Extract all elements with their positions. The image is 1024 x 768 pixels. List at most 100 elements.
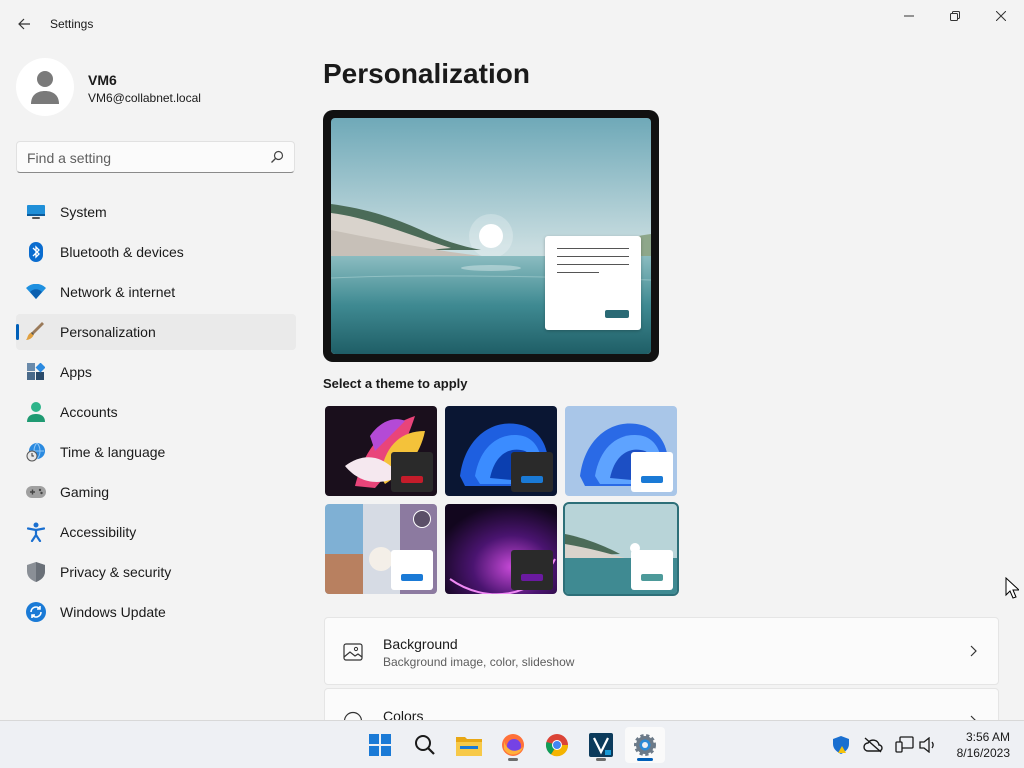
running-indicator [596, 758, 606, 761]
accounts-icon [26, 402, 46, 422]
taskbar-chrome[interactable] [537, 727, 577, 763]
minimize-button[interactable] [886, 0, 932, 32]
sidebar-item-windows-update[interactable]: Windows Update [16, 594, 296, 630]
theme-mini-window [391, 452, 433, 492]
back-arrow-icon [18, 18, 30, 30]
back-button[interactable] [12, 10, 36, 38]
taskbar-vmware[interactable] [581, 727, 621, 763]
sidebar-nav: System Bluetooth & devices Network & int… [16, 194, 296, 634]
sidebar-item-gaming[interactable]: Gaming [16, 474, 296, 510]
theme-captured-motion[interactable] [445, 504, 557, 594]
restore-button[interactable] [932, 0, 978, 32]
preview-window-button [605, 310, 629, 318]
globe-clock-icon [26, 442, 46, 462]
network-icon [895, 736, 914, 753]
theme-flow[interactable] [563, 502, 679, 596]
card-subtitle: Background image, color, slideshow [383, 655, 575, 669]
sidebar-item-privacy-security[interactable]: Privacy & security [16, 554, 296, 590]
taskbar-firefox[interactable] [493, 727, 533, 763]
sidebar-item-system[interactable]: System [16, 194, 296, 230]
theme-windows-dark[interactable] [445, 406, 557, 496]
minimize-icon [904, 15, 914, 17]
accessibility-icon [26, 522, 46, 542]
cloud-offline-icon [863, 737, 883, 753]
avatar [16, 58, 74, 116]
apps-icon [26, 362, 46, 382]
theme-mini-window [391, 550, 433, 590]
taskbar-search-button[interactable] [405, 727, 445, 763]
sidebar-item-label: System [60, 204, 107, 220]
sidebar-item-label: Apps [60, 364, 92, 380]
theme-grid [325, 406, 681, 598]
sidebar-item-label: Accounts [60, 404, 118, 420]
brush-icon [26, 322, 46, 342]
vmware-icon [589, 733, 613, 757]
close-icon [996, 11, 1006, 21]
chevron-right-icon [970, 645, 977, 657]
taskbar: 3:56 AM 8/16/2023 [0, 720, 1024, 768]
sidebar-item-label: Privacy & security [60, 564, 172, 580]
theme-glow[interactable] [325, 406, 437, 496]
theme-windows-light[interactable] [565, 406, 677, 496]
sidebar-item-label: Bluetooth & devices [60, 244, 184, 260]
theme-preview [323, 110, 659, 362]
sidebar-item-time-language[interactable]: Time & language [16, 434, 296, 470]
search-input[interactable] [27, 149, 267, 167]
taskbar-settings[interactable] [625, 727, 665, 763]
running-indicator [637, 758, 653, 761]
spotlight-icon [413, 510, 431, 528]
theme-mini-window [631, 550, 673, 590]
search-icon [271, 150, 284, 163]
search-box[interactable] [16, 141, 295, 173]
title-bar: Settings [0, 0, 1024, 48]
start-button[interactable] [360, 727, 400, 763]
sidebar-item-personalization[interactable]: Personalization [16, 314, 296, 350]
sidebar-item-accounts[interactable]: Accounts [16, 394, 296, 430]
sidebar-item-label: Network & internet [60, 284, 176, 300]
image-icon [343, 643, 363, 661]
theme-mini-window [511, 452, 553, 492]
theme-mini-window [511, 550, 553, 590]
preview-wallpaper [331, 118, 651, 354]
chrome-icon [545, 734, 569, 757]
volume-tray[interactable] [918, 735, 938, 755]
theme-spotlight[interactable] [325, 504, 437, 594]
page-title: Personalization [323, 58, 530, 89]
sidebar-item-label: Windows Update [60, 604, 166, 620]
app-title: Settings [50, 17, 94, 31]
sidebar-item-label: Gaming [60, 484, 110, 500]
running-indicator [508, 758, 518, 761]
shield-icon [26, 562, 46, 582]
settings-icon [634, 734, 656, 756]
user-name: VM6 [88, 72, 117, 88]
sidebar-item-label: Time & language [60, 444, 166, 460]
clock-date: 8/16/2023 [956, 746, 1010, 760]
wifi-icon [26, 282, 46, 302]
file-explorer-icon [456, 737, 482, 756]
network-tray[interactable] [895, 735, 915, 755]
start-icon [369, 734, 391, 756]
mouse-cursor-icon [1005, 577, 1019, 599]
sidebar-item-apps[interactable]: Apps [16, 354, 296, 390]
sidebar-item-label: Accessibility [60, 524, 137, 540]
search-icon [415, 735, 435, 755]
gamepad-icon [26, 482, 46, 502]
background-setting-card[interactable]: Background Background image, color, slid… [324, 617, 999, 685]
sidebar-item-accessibility[interactable]: Accessibility [16, 514, 296, 550]
themes-label: Select a theme to apply [323, 376, 468, 391]
theme-mini-window [631, 452, 673, 492]
clock-time: 3:56 AM [965, 730, 1010, 744]
close-button[interactable] [978, 0, 1024, 32]
system-clock[interactable]: 3:56 AM 8/16/2023 [957, 729, 1010, 761]
card-title: Background [383, 636, 458, 652]
sidebar-item-label: Personalization [60, 324, 156, 340]
user-profile[interactable]: VM6 VM6@collabnet.local [16, 58, 296, 118]
taskbar-file-explorer[interactable] [449, 727, 489, 763]
preview-window [545, 236, 641, 330]
system-icon [26, 202, 46, 222]
windows-security-tray[interactable] [831, 735, 851, 755]
sidebar-item-network[interactable]: Network & internet [16, 274, 296, 310]
sidebar-item-bluetooth[interactable]: Bluetooth & devices [16, 234, 296, 270]
onedrive-tray[interactable] [863, 735, 883, 755]
speaker-icon [919, 737, 934, 753]
